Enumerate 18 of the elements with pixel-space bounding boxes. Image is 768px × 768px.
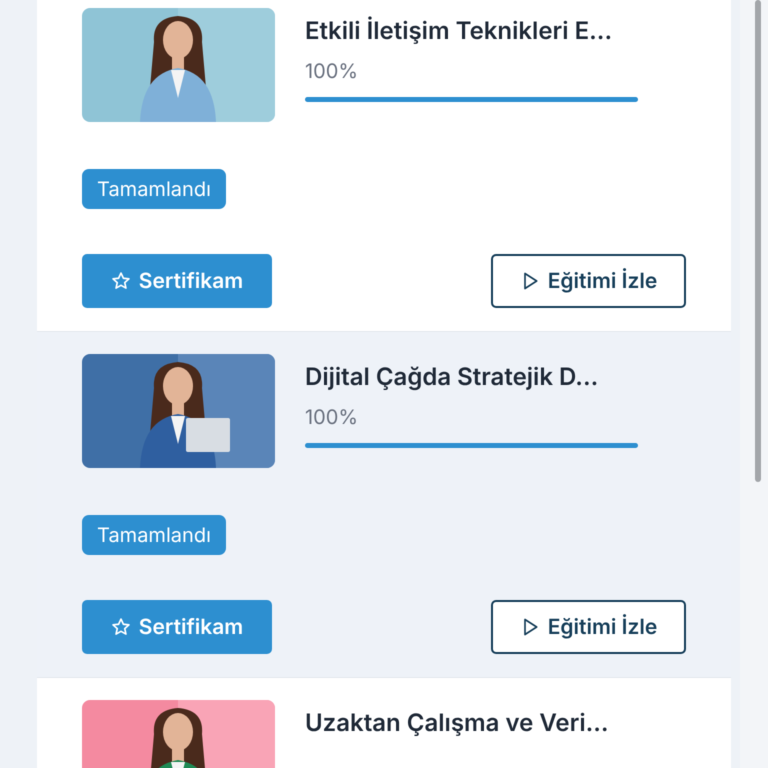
course-card[interactable]: Etkili İletişim Teknikleri E... 100% Tamamlandı Sertifikam Eğitimi İzle bbox=[37, 0, 731, 331]
watch-button[interactable]: Eğitimi İzle bbox=[491, 600, 686, 654]
watch-button[interactable]: Eğitimi İzle bbox=[491, 254, 686, 308]
scrollbar-thumb[interactable] bbox=[755, 0, 761, 482]
certificate-button[interactable]: Sertifikam bbox=[82, 600, 272, 654]
progress-percent: 100% bbox=[305, 405, 358, 429]
status-badge: Tamamlandı bbox=[82, 515, 226, 555]
certificate-button[interactable]: Sertifikam bbox=[82, 254, 272, 308]
status-badge: Tamamlandı bbox=[82, 169, 226, 209]
star-icon bbox=[110, 617, 131, 637]
course-title: Etkili İletişim Teknikleri E... bbox=[305, 16, 614, 45]
course-title: Dijital Çağda Stratejik D... bbox=[305, 362, 600, 391]
scrollbar[interactable] bbox=[740, 0, 768, 768]
course-title: Uzaktan Çalışma ve Veri... bbox=[305, 708, 610, 737]
course-card[interactable]: Uzaktan Çalışma ve Veri... bbox=[37, 678, 731, 768]
progress-percent: 100% bbox=[305, 59, 358, 83]
course-card[interactable]: Dijital Çağda Stratejik D... 100% Tamamlandı Sertifikam Eğitimi İzle bbox=[37, 332, 731, 677]
star-icon bbox=[110, 271, 131, 291]
